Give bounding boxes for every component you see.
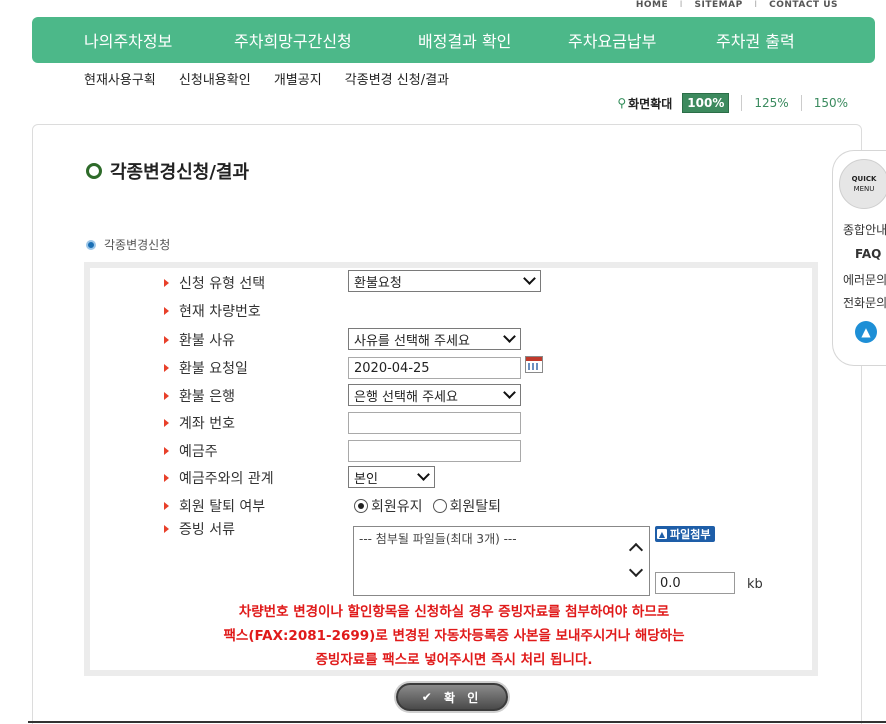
refund-reason-select[interactable]: 사유를 선택해 주세요 (348, 328, 521, 350)
title-ring-icon (86, 163, 102, 179)
radio-keep-label[interactable]: 회원유지 (371, 496, 423, 516)
subnav-request-check[interactable]: 신청내용확인 (179, 73, 251, 88)
bullet-arrow-icon (164, 474, 169, 482)
membership-label: 회원 탈퇴 여부 (164, 496, 265, 516)
radio-keep-membership[interactable] (354, 499, 368, 513)
separator: I (679, 0, 683, 10)
documents-label: 증빙 서류 (164, 519, 235, 539)
confirm-button[interactable]: ✔ 확 인 (396, 683, 508, 711)
bullet-arrow-icon (164, 447, 169, 455)
top-links: HOME I SITEMAP I CONTACT US (632, 0, 842, 10)
zoom-100-button[interactable]: 100% (682, 93, 730, 113)
nav-assignment-result[interactable]: 배정결과 확인 (418, 28, 511, 52)
refund-date-label: 환불 요청일 (164, 358, 248, 378)
depositor-label: 예금주 (164, 441, 218, 461)
subnav-change-request[interactable]: 각종변경 신청/결과 (345, 73, 449, 88)
radio-withdraw-membership[interactable] (432, 499, 447, 513)
zoom-control: ⚲ 화면확대 100% 125% 150% (617, 93, 848, 113)
bullet-arrow-icon (164, 307, 169, 315)
divider (741, 95, 743, 111)
chevron-down-icon (503, 330, 516, 343)
nav-fee-payment[interactable]: 주차요금납부 (568, 28, 656, 52)
refund-bank-select[interactable]: 은행 선택해 주세요 (348, 384, 521, 406)
quick-item-faq[interactable]: FAQ (855, 247, 881, 261)
file-size-unit: kb (747, 577, 763, 592)
membership-radio-group: 회원유지 회원탈퇴 (354, 496, 501, 516)
depositor-field[interactable] (348, 440, 521, 462)
home-link[interactable]: HOME (636, 0, 668, 10)
zoom-125-button[interactable]: 125% (754, 96, 788, 110)
refund-date-field[interactable]: 2020-04-25 (348, 357, 521, 379)
bullet-arrow-icon (164, 392, 169, 400)
contact-link[interactable]: CONTACT US (769, 0, 838, 10)
bullet-arrow-icon (164, 419, 169, 427)
request-type-select[interactable]: 환불요청 (348, 270, 541, 292)
subnav-current-zone[interactable]: 현재사용구획 (84, 73, 156, 88)
quick-item-guide[interactable]: 종합안내 (843, 221, 886, 238)
refund-bank-label: 환불 은행 (164, 386, 235, 406)
magnifier-icon: ⚲ (617, 96, 627, 110)
upload-icon: ▲ (657, 529, 667, 539)
attach-file-button[interactable]: ▲ 파일첨부 (655, 526, 716, 542)
bullet-arrow-icon (164, 364, 169, 372)
zoom-label: ⚲ 화면확대 (617, 96, 673, 111)
bottom-divider (28, 721, 886, 723)
nav-parking-zone-request[interactable]: 주차희망구간신청 (234, 28, 352, 52)
section-title: 각종변경신청 (86, 236, 170, 253)
radio-withdraw-label[interactable]: 회원탈퇴 (450, 496, 502, 516)
main-navigation: 나의주차정보 주차희망구간신청 배정결과 확인 주차요금납부 주차권 출력 (32, 17, 875, 63)
account-number-field[interactable] (348, 412, 521, 434)
check-icon: ✔ (421, 690, 444, 704)
bullet-arrow-icon (164, 336, 169, 344)
bullet-arrow-icon (164, 279, 169, 287)
quick-item-error[interactable]: 에러문의 (843, 271, 886, 288)
quick-up-icon[interactable]: ▲ (855, 321, 877, 343)
zoom-150-button[interactable]: 150% (814, 96, 848, 110)
relation-select[interactable]: 본인 (348, 466, 435, 488)
divider (800, 95, 802, 111)
bullet-icon (86, 239, 96, 250)
bullet-arrow-icon (164, 502, 169, 510)
chevron-down-icon (503, 386, 516, 399)
scroll-down-icon[interactable] (628, 566, 644, 580)
scroll-up-icon[interactable] (628, 540, 644, 554)
page-title: 각종변경신청/결과 (86, 158, 249, 184)
refund-reason-label: 환불 사유 (164, 330, 235, 350)
subnav-notice[interactable]: 개별공지 (274, 73, 322, 88)
notice-text: 차량번호 변경이나 할인항목을 신청하실 경우 증빙자료를 첨부하여야 하므로 … (223, 604, 685, 668)
calendar-icon[interactable] (525, 356, 543, 373)
quick-menu-title: QUICK MENU (839, 159, 886, 209)
attached-files-list[interactable]: --- 첨부될 파일들(최대 3개) --- (353, 526, 650, 596)
request-type-label: 신청 유형 선택 (164, 273, 265, 293)
quick-menu: QUICK MENU 종합안내 FAQ 에러문의 전화문의 ▲ (832, 150, 886, 366)
quick-item-phone[interactable]: 전화문의 (843, 294, 886, 311)
file-size-field: 0.0 (655, 572, 735, 594)
car-number-label: 현재 차량번호 (164, 301, 261, 321)
chevron-down-icon (523, 272, 536, 285)
sub-navigation: 현재사용구획 신청내용확인 개별공지 각종변경 신청/결과 (84, 69, 468, 88)
chevron-down-icon (417, 468, 430, 481)
sitemap-link[interactable]: SITEMAP (695, 0, 743, 10)
bullet-arrow-icon (164, 525, 169, 533)
nav-ticket-print[interactable]: 주차권 출력 (716, 28, 795, 52)
relation-label: 예금주와의 관계 (164, 468, 274, 488)
account-number-label: 계좌 번호 (164, 413, 235, 433)
separator: I (754, 0, 758, 10)
nav-my-parking-info[interactable]: 나의주차정보 (84, 28, 172, 52)
